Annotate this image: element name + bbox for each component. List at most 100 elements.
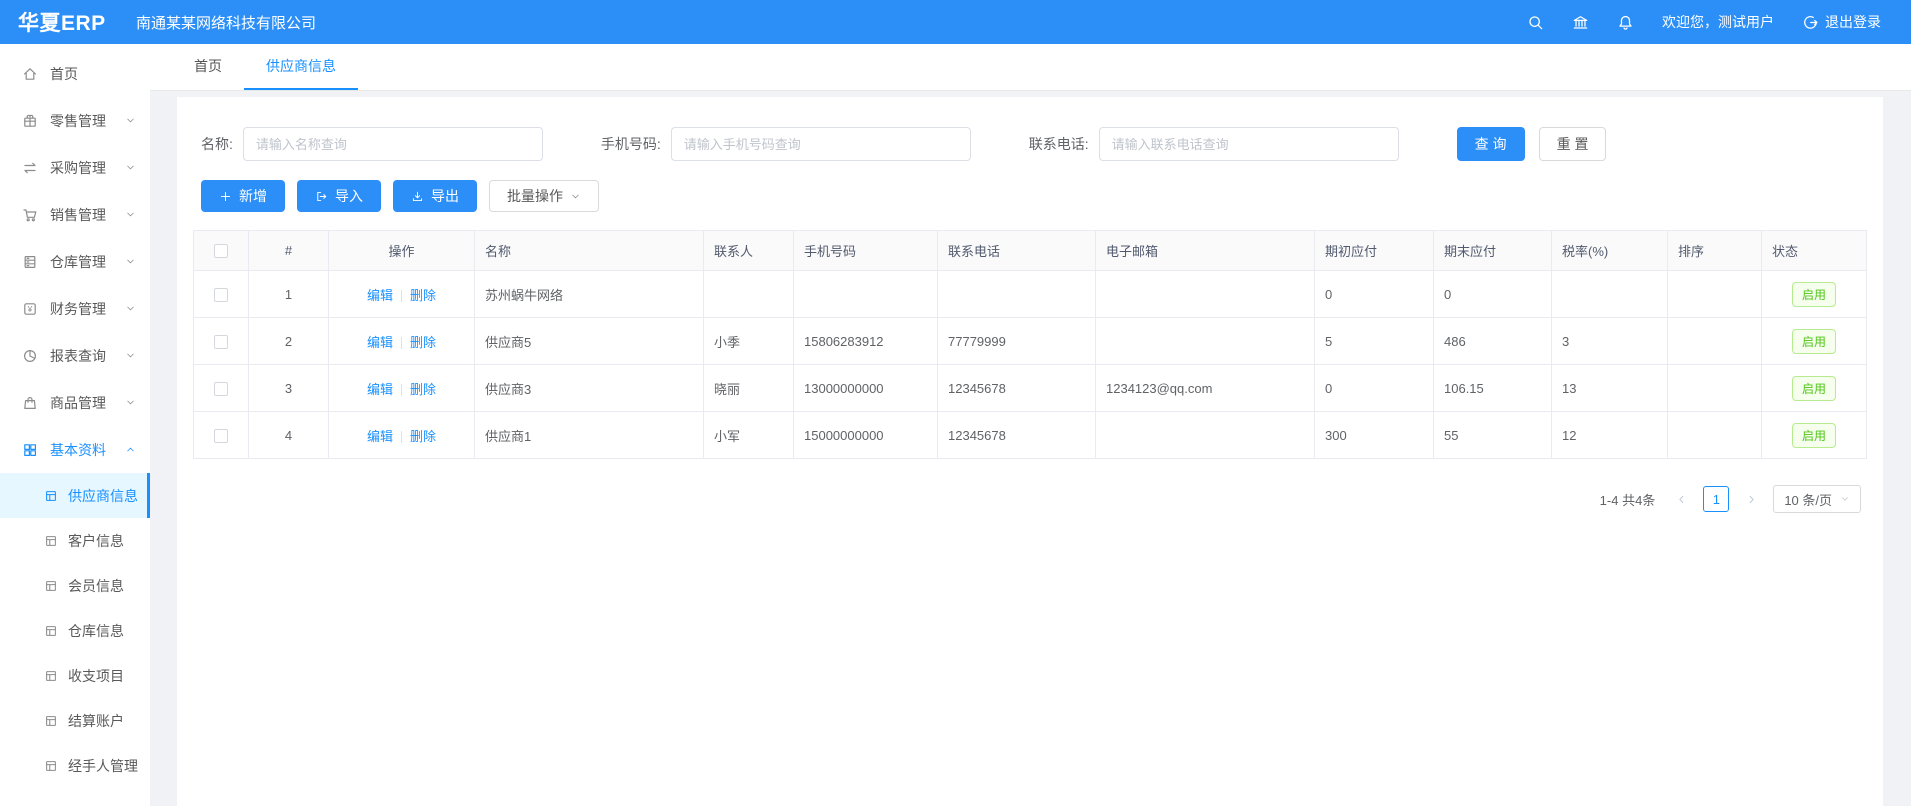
- sidebar-item-报表查询[interactable]: 报表查询: [0, 332, 150, 379]
- row-checkbox[interactable]: [214, 288, 228, 302]
- cell-opening: 5: [1315, 318, 1434, 365]
- import-button[interactable]: 导入: [297, 180, 381, 212]
- welcome-user[interactable]: 欢迎您，测试用户: [1662, 12, 1774, 32]
- export-button[interactable]: 导出: [393, 180, 477, 212]
- sidebar-item-财务管理[interactable]: ¥财务管理: [0, 285, 150, 332]
- page-number-button[interactable]: 1: [1703, 486, 1729, 512]
- cell-phone: [794, 271, 938, 318]
- app-logo-en: ERP: [61, 12, 106, 35]
- pagination-total: 1-4 共4条: [1600, 490, 1656, 509]
- select-all-checkbox[interactable]: [214, 244, 228, 258]
- sidebar-item-仓库管理[interactable]: 仓库管理: [0, 238, 150, 285]
- status-badge[interactable]: 启用: [1792, 329, 1836, 354]
- delete-link[interactable]: 删除: [410, 382, 436, 397]
- sidebar-subitem-label: 仓库信息: [68, 621, 124, 641]
- row-select-cell: [194, 271, 249, 318]
- cell-opening: 0: [1315, 271, 1434, 318]
- table-header-row: #操作名称联系人手机号码联系电话电子邮箱期初应付期末应付税率(%)排序状态: [194, 231, 1867, 271]
- row-checkbox[interactable]: [214, 382, 228, 396]
- sidebar-subitem-label: 客户信息: [68, 531, 124, 551]
- sidebar-item-销售管理[interactable]: 销售管理: [0, 191, 150, 238]
- sidebar-subitem-供应商信息[interactable]: 供应商信息: [0, 473, 150, 518]
- sidebar-subitem-结算账户[interactable]: 结算账户: [0, 698, 150, 743]
- document-icon: [44, 489, 58, 503]
- app-logo[interactable]: 华夏ERP: [0, 7, 128, 37]
- delete-link[interactable]: 删除: [410, 429, 436, 444]
- plus-icon: [219, 190, 232, 203]
- cell-email: 1234123@qq.com: [1096, 365, 1315, 412]
- sidebar-subitem-label: 会员信息: [68, 576, 124, 596]
- tab-供应商信息[interactable]: 供应商信息: [244, 44, 358, 90]
- top-bar: 华夏ERP 南通某某网络科技有限公司 欢迎您，测试用户 退出登录: [0, 0, 1911, 44]
- cell-tax: 13: [1552, 365, 1668, 412]
- sidebar-item-基本资料[interactable]: 基本资料: [0, 426, 150, 473]
- row-checkbox[interactable]: [214, 429, 228, 443]
- cell-tel: 77779999: [938, 318, 1096, 365]
- sidebar-item-采购管理[interactable]: 采购管理: [0, 144, 150, 191]
- sidebar-item-label: 采购管理: [50, 158, 106, 178]
- page-size-select[interactable]: 10 条/页: [1773, 485, 1861, 513]
- delete-link[interactable]: 删除: [410, 335, 436, 350]
- filter-input-0[interactable]: [243, 127, 543, 161]
- row-select-cell: [194, 365, 249, 412]
- sidebar-subitem-仓库信息[interactable]: 仓库信息: [0, 608, 150, 653]
- column-header-#: #: [249, 231, 329, 271]
- add-button-label: 新增: [239, 186, 267, 206]
- filter-field-1: 手机号码:: [601, 127, 971, 161]
- action-divider: [401, 290, 402, 302]
- edit-link[interactable]: 编辑: [367, 288, 393, 303]
- sidebar-item-零售管理[interactable]: 零售管理: [0, 97, 150, 144]
- status-badge[interactable]: 启用: [1792, 423, 1836, 448]
- chevron-down-icon: [125, 397, 136, 408]
- row-checkbox[interactable]: [214, 335, 228, 349]
- delete-link[interactable]: 删除: [410, 288, 436, 303]
- row-actions: 编辑 删除: [329, 412, 475, 459]
- edit-link[interactable]: 编辑: [367, 382, 393, 397]
- page-size-value: 10 条/页: [1784, 490, 1832, 509]
- tab-首页[interactable]: 首页: [172, 44, 244, 90]
- search-icon[interactable]: [1527, 14, 1544, 31]
- sidebar-subitem-会员信息[interactable]: 会员信息: [0, 563, 150, 608]
- document-icon: [44, 669, 58, 683]
- edit-link[interactable]: 编辑: [367, 335, 393, 350]
- sidebar-item-首页[interactable]: 首页: [0, 50, 150, 97]
- sidebar-item-商品管理[interactable]: 商品管理: [0, 379, 150, 426]
- import-button-label: 导入: [335, 186, 363, 206]
- query-button[interactable]: 查 询: [1457, 127, 1525, 161]
- logout-button[interactable]: 退出登录: [1802, 12, 1881, 32]
- bank-icon[interactable]: [1572, 14, 1589, 31]
- table-row: 2编辑删除供应商5小季158062839127777999954863启用: [194, 318, 1867, 365]
- cell-status: 启用: [1762, 365, 1867, 412]
- reset-button-label: 重 置: [1557, 134, 1589, 154]
- bell-icon[interactable]: [1617, 14, 1634, 31]
- chevron-down-icon: [125, 303, 136, 314]
- cell-phone: 15806283912: [794, 318, 938, 365]
- status-badge[interactable]: 启用: [1792, 376, 1836, 401]
- filter-field-0: 名称:: [201, 127, 543, 161]
- status-badge[interactable]: 启用: [1792, 282, 1836, 307]
- prev-page-button[interactable]: [1669, 487, 1693, 511]
- retail-icon: [22, 113, 38, 129]
- cell-tax: 3: [1552, 318, 1668, 365]
- column-header-手机号码: 手机号码: [794, 231, 938, 271]
- batch-actions-button[interactable]: 批量操作: [489, 180, 599, 212]
- row-index: 3: [249, 365, 329, 412]
- cell-email: [1096, 318, 1315, 365]
- sidebar-subitem-经手人管理[interactable]: 经手人管理: [0, 743, 150, 788]
- sidebar-subitem-收支项目[interactable]: 收支项目: [0, 653, 150, 698]
- cell-tel: [938, 271, 1096, 318]
- tab-label: 供应商信息: [266, 56, 336, 76]
- edit-link[interactable]: 编辑: [367, 429, 393, 444]
- filter-input-1[interactable]: [671, 127, 971, 161]
- filter-input-2[interactable]: [1099, 127, 1399, 161]
- next-page-button[interactable]: [1739, 487, 1763, 511]
- reset-button[interactable]: 重 置: [1539, 127, 1607, 161]
- sidebar: 首页零售管理采购管理销售管理仓库管理¥财务管理报表查询商品管理基本资料供应商信息…: [0, 44, 150, 806]
- table-row: 4编辑删除供应商1小军15000000000123456783005512启用: [194, 412, 1867, 459]
- basedata-icon: [22, 442, 38, 458]
- sidebar-subitem-客户信息[interactable]: 客户信息: [0, 518, 150, 563]
- cell-sort: [1668, 318, 1762, 365]
- export-button-label: 导出: [431, 186, 459, 206]
- add-button[interactable]: 新增: [201, 180, 285, 212]
- column-header-期末应付: 期末应付: [1434, 231, 1552, 271]
